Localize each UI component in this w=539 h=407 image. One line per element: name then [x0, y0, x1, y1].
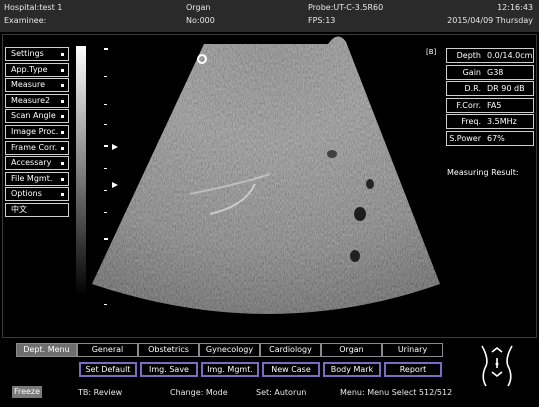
tab-dept-menu[interactable]: Dept. Menu — [16, 343, 77, 357]
case-number: No:000 — [186, 16, 215, 25]
param-value: G38 — [487, 67, 504, 77]
probe-label: Probe:UT-C-3.5R60 — [308, 3, 384, 12]
side-menu-label: Accessary — [11, 158, 52, 168]
param-row: Freq. 3.5MHz — [446, 114, 534, 129]
image-mode-marker: [B] — [426, 48, 437, 56]
side-menu-label: Measure2 — [11, 95, 51, 105]
tab-general[interactable]: General — [77, 343, 138, 357]
param-label: Freq. — [461, 117, 481, 126]
tab-urinary[interactable]: Urinary — [382, 343, 443, 357]
body-mark-button[interactable]: Body Mark — [323, 362, 381, 377]
side-menu-label: Scan Angle — [11, 111, 56, 121]
param-label: S.Power — [449, 133, 481, 143]
tab-obstetrics[interactable]: Obstetrics — [138, 343, 199, 357]
side-menu-item-measure2[interactable]: Measure2 — [5, 93, 69, 108]
side-menu-label: Measure — [11, 80, 45, 90]
submenu-indicator-icon — [61, 177, 64, 181]
organ-label: Organ — [186, 3, 211, 12]
footer-tb: TB: Review — [78, 388, 123, 397]
submenu-indicator-icon — [61, 53, 64, 56]
submenu-indicator-icon — [61, 68, 64, 72]
side-menu-item-scan-angle[interactable]: Scan Angle — [5, 109, 69, 124]
param-label: Depth — [456, 51, 481, 60]
img-save-button[interactable]: Img. Save — [140, 362, 198, 377]
set-default-button[interactable]: Set Default — [79, 362, 137, 377]
side-menu-item-frame-corr[interactable]: Frame Corr. — [5, 140, 69, 155]
side-menu-label: Options — [11, 189, 42, 199]
side-menu-item-lang[interactable]: 中文 — [5, 203, 69, 217]
side-menu-item-settings[interactable]: Settings — [5, 47, 69, 61]
new-case-button[interactable]: New Case — [262, 362, 320, 377]
side-menu-label: App.Type — [11, 64, 48, 74]
measuring-result-label: Measuring Result: — [447, 168, 519, 177]
side-menu-item-image-proc[interactable]: Image Proc. — [5, 125, 69, 139]
param-row: S.Power 67% — [446, 130, 534, 146]
status-header: Hospital:test 1 Examinee: Organ No:000 P… — [0, 0, 539, 32]
footer-menu: Menu: Menu Select 512/512 — [340, 388, 453, 397]
param-row: D.R. DR 90 dB — [446, 81, 534, 96]
side-menu-label: File Mgmt. — [11, 173, 53, 183]
img-mgmt-button[interactable]: Img. Mgmt. — [201, 362, 259, 377]
submenu-indicator-icon — [61, 146, 64, 150]
report-button[interactable]: Report — [384, 362, 442, 377]
side-menu-item-app-type[interactable]: App.Type — [5, 62, 69, 77]
ultrasound-image — [92, 36, 440, 314]
tab-organ[interactable]: Organ — [321, 343, 382, 357]
fps-label: FPS:13 — [308, 16, 336, 25]
side-menu-item-file-mgmt[interactable]: File Mgmt. — [5, 171, 69, 186]
param-value: 3.5MHz — [487, 117, 517, 126]
param-label: Gain — [462, 67, 481, 77]
submenu-indicator-icon — [61, 131, 64, 134]
clock-time: 12:16:43 — [497, 3, 533, 12]
param-value: FA5 — [487, 100, 502, 110]
submenu-indicator-icon — [61, 99, 64, 103]
param-value: 0.0/14.0cm — [487, 51, 533, 60]
freeze-indicator[interactable]: Freeze — [12, 386, 42, 398]
param-row: F.Corr. FA5 — [446, 97, 534, 113]
body-mark-icon[interactable] — [472, 340, 522, 390]
side-menu-item-options[interactable]: Options — [5, 187, 69, 202]
clock-date: 2015/04/09 Thursday — [447, 16, 533, 25]
param-label: D.R. — [464, 84, 481, 93]
tab-cardiology[interactable]: Cardiology — [260, 343, 321, 357]
side-menu-item-accessary[interactable]: Accessary — [5, 156, 69, 171]
param-value: 67% — [487, 133, 505, 143]
tab-gynecology[interactable]: Gynecology — [199, 343, 260, 357]
hospital-label: Hospital:test 1 — [4, 3, 63, 12]
submenu-indicator-icon — [61, 193, 64, 197]
side-menu-item-measure[interactable]: Measure — [5, 78, 69, 93]
submenu-indicator-icon — [61, 162, 64, 166]
footer-set: Set: Autorun — [256, 388, 307, 397]
submenu-indicator-icon — [61, 84, 64, 88]
footer-change: Change: Mode — [170, 388, 228, 397]
side-menu-label: Settings — [11, 49, 44, 58]
param-row: Depth 0.0/14.0cm — [446, 48, 534, 63]
examinee-label: Examinee: — [4, 16, 47, 25]
submenu-indicator-icon — [61, 115, 64, 119]
param-row: Gain G38 — [446, 64, 534, 80]
param-label: F.Corr. — [456, 100, 481, 110]
side-menu-label: Image Proc. — [11, 127, 59, 136]
side-menu-label: 中文 — [11, 205, 27, 214]
side-menu-label: Frame Corr. — [11, 142, 58, 152]
param-value: DR 90 dB — [487, 84, 525, 93]
